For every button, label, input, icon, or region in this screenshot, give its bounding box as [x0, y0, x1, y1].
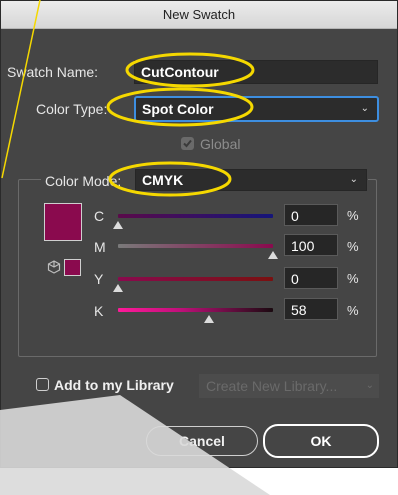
- slider-y-track[interactable]: [118, 277, 273, 281]
- color-mode-value: CMYK: [142, 172, 184, 188]
- new-swatch-dialog: New Swatch Swatch Name: CutContour Color…: [0, 0, 398, 468]
- swatch-name-label: Swatch Name:: [7, 64, 99, 80]
- y-percent: %: [347, 271, 359, 286]
- slider-k-track[interactable]: [118, 308, 273, 312]
- slider-m-label: M: [94, 239, 106, 255]
- color-preview-swatch: [44, 203, 82, 241]
- global-checkbox[interactable]: [181, 137, 194, 150]
- k-percent: %: [347, 303, 359, 318]
- global-label: Global: [200, 136, 241, 152]
- color-type-value: Spot Color: [142, 101, 214, 117]
- color-mode-select[interactable]: CMYK ⌄: [135, 169, 367, 191]
- k-value-input[interactable]: 58: [284, 298, 338, 320]
- library-select[interactable]: Create New Library... ⌄: [199, 374, 379, 398]
- slider-m-track[interactable]: [118, 244, 273, 248]
- c-percent: %: [347, 208, 359, 223]
- slider-c-thumb[interactable]: [113, 221, 123, 229]
- cancel-button[interactable]: Cancel: [146, 426, 258, 456]
- slider-c-label: C: [94, 208, 105, 224]
- add-to-library-label: Add to my Library: [54, 377, 174, 393]
- checkmark-icon: [183, 139, 192, 148]
- slider-k-label: K: [94, 303, 104, 319]
- slider-y-thumb[interactable]: [113, 284, 123, 292]
- m-value-input[interactable]: 100: [284, 234, 338, 256]
- m-percent: %: [347, 239, 359, 254]
- chevron-down-icon: ⌄: [365, 380, 374, 391]
- chevron-down-icon: ⌄: [360, 103, 369, 114]
- color-type-label: Color Type:: [36, 101, 108, 117]
- cube-icon[interactable]: [47, 260, 61, 274]
- library-select-value: Create New Library...: [206, 378, 338, 394]
- slider-y-label: Y: [94, 271, 104, 287]
- y-value-input[interactable]: 0: [284, 267, 338, 289]
- slider-k-thumb[interactable]: [204, 315, 214, 323]
- ok-button[interactable]: OK: [263, 424, 379, 458]
- c-value-input[interactable]: 0: [284, 204, 338, 226]
- out-of-gamut-swatch[interactable]: [64, 259, 81, 276]
- add-to-library-checkbox[interactable]: [36, 378, 49, 391]
- dialog-title: New Swatch: [1, 1, 397, 29]
- slider-c-track[interactable]: [118, 214, 273, 218]
- chevron-down-icon: ⌄: [349, 174, 358, 185]
- color-type-select[interactable]: Spot Color ⌄: [134, 96, 379, 122]
- slider-m-thumb[interactable]: [268, 251, 278, 259]
- swatch-name-input[interactable]: CutContour: [134, 60, 378, 84]
- color-mode-label: Color Mode:: [45, 173, 122, 189]
